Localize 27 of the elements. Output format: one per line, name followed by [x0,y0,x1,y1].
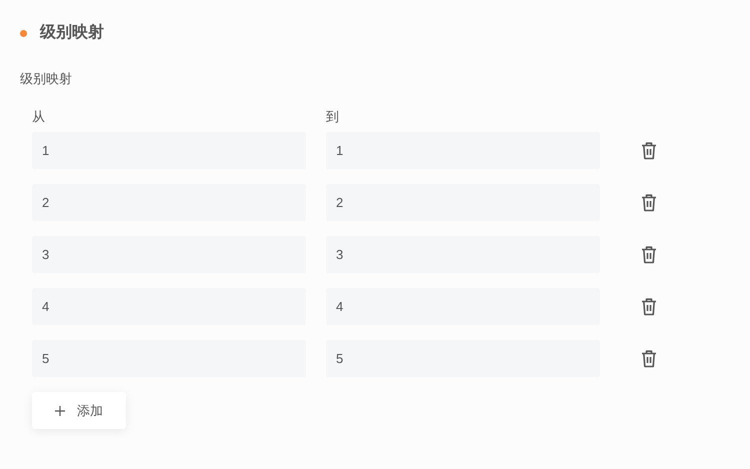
input-field[interactable]: 1 [32,132,306,169]
field-label: 级别映射 [20,70,72,88]
input-field[interactable]: 4 [32,288,306,325]
input-field[interactable]: 3 [32,236,306,273]
delete-button[interactable] [639,296,659,316]
delete-button[interactable] [639,244,659,264]
column-header: 从 [32,108,46,126]
trash-icon [641,298,657,316]
trash-icon [641,142,657,160]
section-title: 级别映射 [40,22,104,43]
input-field[interactable]: 3 [326,236,600,273]
trash-icon [641,246,657,264]
input-field[interactable]: 4 [326,288,600,325]
delete-button[interactable] [639,348,659,368]
input-field[interactable]: 2 [32,184,306,221]
input-field[interactable]: 1 [326,132,600,169]
delete-button[interactable] [639,192,659,212]
input-field[interactable]: 2 [326,184,600,221]
plus-icon [55,406,65,416]
add-button[interactable]: 添加 [32,392,126,429]
trash-icon [641,194,657,212]
input-field[interactable]: 5 [326,340,600,377]
column-header: 到 [326,108,339,126]
delete-button[interactable] [639,140,659,160]
trash-icon [641,350,657,368]
bullet-icon [20,30,27,36]
input-field[interactable]: 5 [32,340,306,377]
